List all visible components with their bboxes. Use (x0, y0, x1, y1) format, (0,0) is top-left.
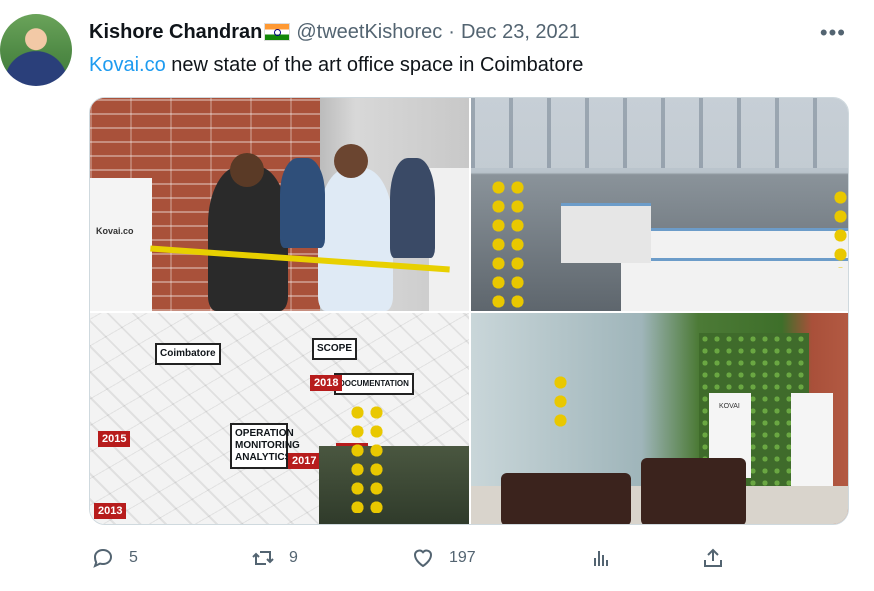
photo-workspace[interactable] (471, 98, 848, 311)
stand-logo: Kovai.co (96, 226, 134, 236)
media-grid: Kovai.co Coimbatore SCOPE OPERATION MONI… (89, 97, 849, 525)
balloon-column (551, 373, 570, 433)
retweet-icon (252, 551, 274, 565)
retweet-count: 9 (289, 549, 298, 566)
person (230, 153, 264, 187)
photo-doodle-wall[interactable]: Coimbatore SCOPE OPERATION MONITORING AN… (90, 313, 469, 524)
analytics-icon (594, 551, 608, 566)
analytics-button[interactable] (589, 543, 613, 573)
share-icon (704, 548, 722, 567)
kovai-link[interactable]: Kovai.co (89, 54, 166, 76)
kovai-stand: Kovai.co (90, 178, 152, 311)
doodle-box: SCOPE (312, 338, 358, 360)
person (318, 168, 393, 311)
doodle-box: Coimbatore (155, 343, 221, 365)
year-tag: 2013 (94, 503, 127, 519)
tweet-date[interactable]: Dec 23, 2021 (461, 21, 580, 44)
desk (651, 228, 848, 258)
right-stand (429, 168, 469, 311)
person (390, 158, 435, 258)
share-button[interactable] (701, 543, 725, 573)
retweet-button[interactable]: 9 (251, 543, 298, 573)
desk (621, 258, 848, 311)
armchair (501, 473, 631, 524)
separator: · (448, 20, 455, 43)
year-tag: 2018 (310, 375, 343, 391)
person (208, 166, 288, 311)
photo-lounge[interactable]: KOVAI (471, 313, 848, 524)
balloon-column (348, 403, 386, 513)
kovai-pillar (791, 393, 833, 498)
action-bar: 5 9 197 (89, 543, 849, 573)
author-name[interactable]: Kishore Chandran (89, 21, 262, 44)
tweet-body: new state of the art office space in Coi… (165, 54, 584, 76)
author-handle[interactable]: @tweetKishorec (296, 21, 442, 44)
doodle-box: DOCUMENTATION (334, 373, 414, 395)
person (280, 158, 325, 248)
doodle-box: OPERATION MONITORING ANALYTICS (230, 423, 300, 469)
balloon-column (489, 178, 527, 311)
avatar[interactable] (0, 14, 72, 86)
tweet-header: Kishore Chandran @tweetKishorec · Dec 23… (89, 18, 580, 46)
heart-icon (413, 549, 433, 568)
tweet-text: Kovai.co new state of the art office spa… (89, 52, 583, 78)
like-button[interactable]: 197 (411, 543, 476, 573)
ceiling (471, 98, 848, 168)
person (334, 144, 368, 178)
reply-button[interactable]: 5 (91, 543, 138, 573)
balloon-column (831, 188, 848, 268)
more-options-icon[interactable]: ••• (820, 20, 846, 46)
india-flag-icon (264, 23, 291, 41)
pillar-logo: KOVAI (719, 403, 740, 410)
year-tag: 2015 (98, 431, 131, 447)
reply-count: 5 (129, 549, 138, 566)
like-count: 197 (449, 549, 476, 566)
reply-icon (93, 548, 113, 568)
photo-ribbon-cutting[interactable]: Kovai.co (90, 98, 469, 311)
corridor-floor (319, 446, 469, 524)
armchair (641, 458, 746, 524)
year-tag: 2017 (288, 453, 321, 469)
desk (561, 203, 651, 263)
